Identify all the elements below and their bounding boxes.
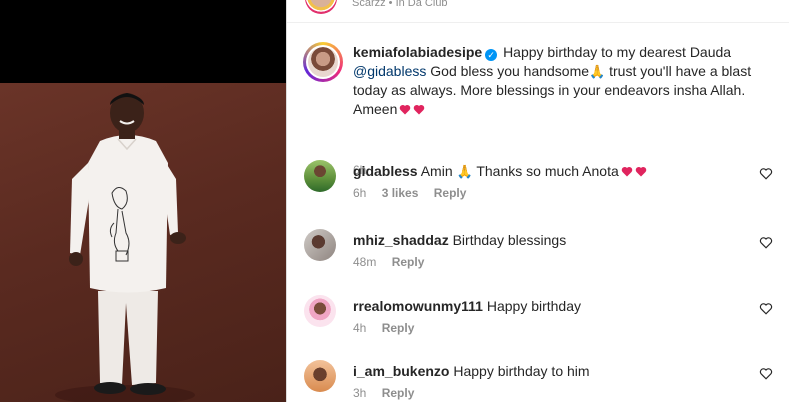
comment-username[interactable]: rrealomowunmy111 xyxy=(353,298,483,314)
avatar[interactable] xyxy=(304,360,336,392)
verified-badge-icon: ✓ xyxy=(485,49,498,61)
comment-meta: 3h Reply xyxy=(353,386,426,400)
comment-body: mhiz_shaddaz Birthday blessings xyxy=(353,231,566,249)
reply-button[interactable]: Reply xyxy=(382,386,415,400)
comment-username[interactable]: i_am_bukenzo xyxy=(353,363,449,379)
comment-text: Thanks so much Anota xyxy=(476,163,619,179)
red-heart-icon xyxy=(414,104,425,114)
comment-username[interactable]: gidabless xyxy=(353,163,418,179)
caption-text-part: Happy birthday to my dearest Dauda xyxy=(503,44,732,60)
folded-hands-icon: 🙏 xyxy=(589,63,606,79)
comment-body: i_am_bukenzo Happy birthday to him xyxy=(353,362,590,380)
comment-timestamp[interactable]: 4h xyxy=(353,321,366,335)
reply-button[interactable]: Reply xyxy=(382,321,415,335)
comment-timestamp[interactable]: 6h xyxy=(353,186,366,200)
mention-link[interactable]: @gidabless xyxy=(353,63,426,79)
heart-outline-icon[interactable] xyxy=(759,167,773,180)
caption-text: kemiafolabiadesipe ✓ Happy birthday to my… xyxy=(353,43,773,118)
heart-outline-icon[interactable] xyxy=(759,367,773,380)
comment-meta: 48m Reply xyxy=(353,255,436,269)
reply-button[interactable]: Reply xyxy=(392,255,425,269)
red-heart-icon xyxy=(635,166,647,177)
comment-item: mhiz_shaddaz Birthday blessings 48m Repl… xyxy=(287,226,789,286)
comment-text: Amin xyxy=(420,163,453,179)
comment-item: gidabless Amin 🙏 Thanks so much Anota 6h… xyxy=(287,157,789,217)
post-meta: Scarzz • In Da Club xyxy=(352,0,448,9)
folded-hands-icon: 🙏 xyxy=(456,164,473,179)
comment-item: i_am_bukenzo Happy birthday to him 3h Re… xyxy=(287,357,789,402)
caption-text-part: God bless you handsome xyxy=(430,62,590,79)
avatar[interactable] xyxy=(305,0,337,14)
comment-meta: 4h Reply xyxy=(353,321,426,335)
comment-body: gidabless Amin 🙏 Thanks so much Anota xyxy=(353,162,647,181)
comment-username[interactable]: mhiz_shaddaz xyxy=(353,232,449,248)
avatar[interactable] xyxy=(304,229,336,261)
man-in-white-outfit-illustration xyxy=(55,93,195,402)
comment-meta: 6h 3 likes Reply xyxy=(353,186,478,200)
heart-outline-icon[interactable] xyxy=(759,302,773,315)
comment-timestamp[interactable]: 3h xyxy=(353,386,366,400)
comment-text: Birthday blessings xyxy=(452,232,567,248)
avatar[interactable] xyxy=(304,160,336,192)
caption-username[interactable]: kemiafolabiadesipe xyxy=(353,44,482,60)
caption-avatar[interactable] xyxy=(303,42,343,82)
comment-text: Happy birthday xyxy=(486,298,582,314)
comment-likes[interactable]: 3 likes xyxy=(382,186,419,200)
previous-post-header: Scarzz • In Da Club xyxy=(287,0,789,23)
red-heart-icon xyxy=(621,166,633,177)
post-photo xyxy=(0,83,286,402)
comment-body: rrealomowunmy111 Happy birthday xyxy=(353,297,581,315)
comments-panel[interactable]: Scarzz • In Da Club kemiafolabiadesipe ✓ … xyxy=(287,0,789,402)
avatar[interactable] xyxy=(304,295,336,327)
comment-item: rrealomowunmy111 Happy birthday 4h Reply xyxy=(287,292,789,352)
comment-text: Happy birthday to him xyxy=(453,363,590,379)
reply-button[interactable]: Reply xyxy=(434,186,467,200)
comment-timestamp[interactable]: 48m xyxy=(353,255,376,269)
post-media[interactable] xyxy=(0,0,286,402)
heart-outline-icon[interactable] xyxy=(759,236,773,249)
red-heart-icon xyxy=(400,104,411,114)
